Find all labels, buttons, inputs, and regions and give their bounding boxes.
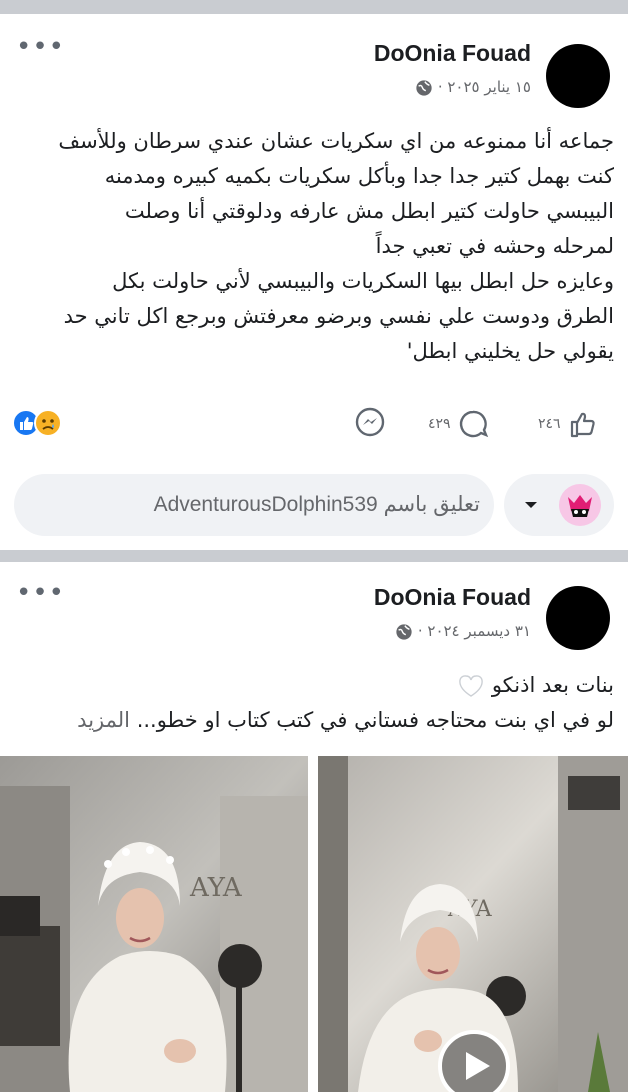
author-name[interactable]: DoOnia Fouad <box>374 40 531 67</box>
post-body: جماعه أنا ممنوعه من اي سكريات عشان عندي … <box>14 124 614 369</box>
share-messenger-button[interactable] <box>354 406 386 438</box>
comment-input[interactable]: تعليق باسم AdventurousDolphin539 <box>14 474 494 536</box>
post-line: بنات بعد اذنكو <box>14 668 614 703</box>
photo-image: AYA <box>0 756 308 1092</box>
svg-text:AYA: AYA <box>189 873 243 903</box>
post-line: يقولي حل يخليني ابطل' <box>406 339 614 363</box>
comment-count: ٤٢٩ <box>428 416 451 432</box>
post-line: لو في اي بنت محتاجه فستاني في كتب كتاب ا… <box>14 703 614 738</box>
see-more-link[interactable]: المزيد <box>77 708 130 732</box>
messenger-icon <box>355 407 385 437</box>
avatar[interactable] <box>546 44 610 108</box>
post-line: البيبسي حاولت كتير ابطل مش عارفه ودلوقتي… <box>124 199 614 223</box>
post-card: ••• DoOnia Fouad ٣١ ديسمبر ٢٠٢٤ · بنات ب… <box>0 562 628 1092</box>
feed-separator <box>0 550 628 562</box>
post-photo[interactable]: AYA <box>0 756 308 1092</box>
post-line: كنت بهمل كتير جدا جدا وبأكل سكريات بكميه… <box>104 164 614 188</box>
post-date[interactable]: ٣١ ديسمبر ٢٠٢٤ · <box>395 622 531 641</box>
like-button[interactable]: ٢٤٦ <box>538 408 599 440</box>
post-video[interactable]: AYA <box>318 756 628 1092</box>
like-count: ٢٤٦ <box>538 416 561 432</box>
post-line: جماعه أنا ممنوعه من اي سكريات عشان عندي … <box>58 129 614 153</box>
reactions-summary[interactable] <box>12 406 68 440</box>
post-line: الطرق ودوست علي نفسي وبرضو معرفتش وبرجع … <box>63 304 614 328</box>
identity-switcher[interactable] <box>504 474 614 536</box>
more-dots-icon[interactable]: ••• <box>16 32 65 62</box>
post-line: وعايزه حل ابطل بيها السكريات والبيبسي لأ… <box>112 269 614 293</box>
post-card: ••• DoOnia Fouad ١٥ يناير ٢٠٢٥ · جماعه أ… <box>0 14 628 550</box>
author-name[interactable]: DoOnia Fouad <box>374 584 531 611</box>
dropdown-icon <box>525 502 537 508</box>
sad-icon <box>34 409 62 437</box>
date-text: ٣١ ديسمبر ٢٠٢٤ · <box>417 622 531 640</box>
comment-icon <box>459 410 488 438</box>
play-icon[interactable] <box>436 1028 512 1092</box>
post-body: بنات بعد اذنكو لو في اي بنت محتاجه فستان… <box>14 668 614 738</box>
comment-button[interactable]: ٤٢٩ <box>428 408 489 440</box>
globe-icon <box>416 79 432 96</box>
post-line: لمرحله وحشه في تعبي جداً <box>375 234 614 258</box>
post-line-text: بنات بعد اذنكو <box>491 673 614 697</box>
more-dots-icon[interactable]: ••• <box>16 578 65 608</box>
date-text: ١٥ يناير ٢٠٢٥ · <box>437 78 531 96</box>
globe-icon <box>396 623 412 640</box>
post-date[interactable]: ١٥ يناير ٢٠٢٥ · <box>415 78 531 97</box>
white-heart-icon <box>459 675 483 697</box>
avatar <box>559 484 601 526</box>
post-line-text: لو في اي بنت محتاجه فستاني في كتب كتاب ا… <box>136 708 614 732</box>
thumbs-up-icon <box>570 412 595 438</box>
feed-separator <box>0 0 628 14</box>
comment-placeholder: تعليق باسم AdventurousDolphin539 <box>153 493 480 516</box>
post-actions: ٤٢٩ ٢٤٦ <box>0 404 628 444</box>
avatar[interactable] <box>546 586 610 650</box>
